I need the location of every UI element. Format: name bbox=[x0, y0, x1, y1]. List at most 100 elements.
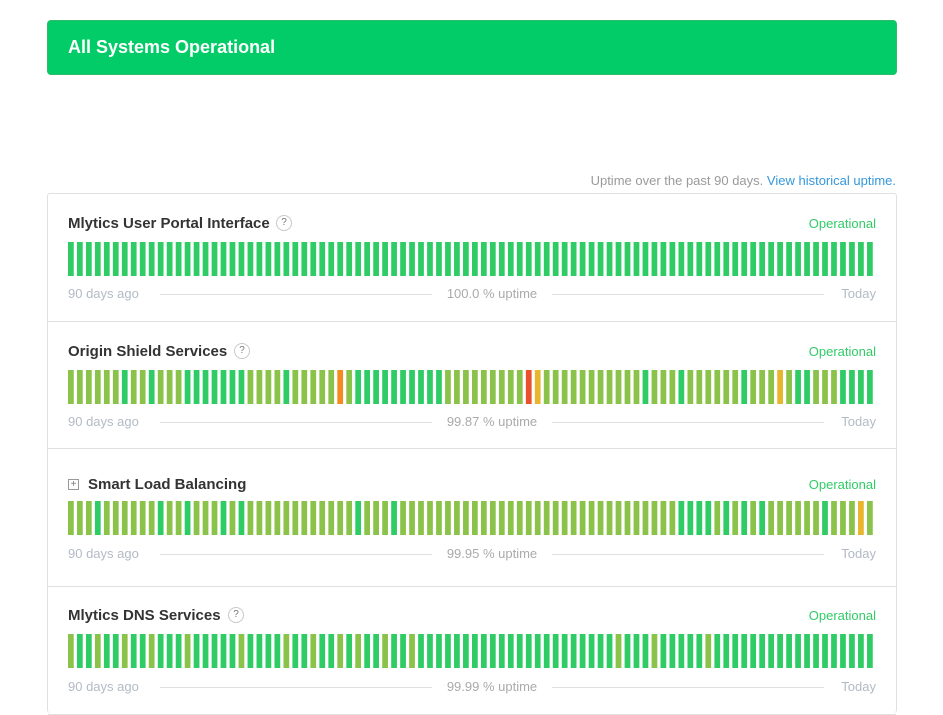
uptime-day-bar[interactable] bbox=[804, 242, 810, 276]
uptime-day-bar[interactable] bbox=[615, 370, 622, 404]
uptime-day-bar[interactable] bbox=[642, 242, 649, 276]
uptime-day-bar[interactable] bbox=[516, 634, 523, 668]
uptime-day-bar[interactable] bbox=[346, 501, 353, 535]
uptime-day-bar[interactable] bbox=[310, 242, 317, 276]
uptime-day-bar[interactable] bbox=[777, 634, 783, 668]
uptime-day-bar[interactable] bbox=[804, 370, 810, 404]
uptime-day-bar[interactable] bbox=[516, 370, 523, 404]
uptime-day-bar[interactable] bbox=[669, 501, 676, 535]
uptime-day-bar[interactable] bbox=[705, 242, 712, 276]
uptime-day-bar[interactable] bbox=[516, 501, 523, 535]
uptime-day-bar[interactable] bbox=[714, 370, 721, 404]
uptime-day-bar[interactable] bbox=[615, 634, 622, 668]
uptime-day-bar[interactable] bbox=[822, 242, 828, 276]
uptime-day-bar[interactable] bbox=[76, 501, 83, 535]
uptime-day-bar[interactable] bbox=[337, 370, 344, 404]
uptime-day-bar[interactable] bbox=[202, 634, 209, 668]
uptime-day-bar[interactable] bbox=[472, 634, 478, 668]
uptime-day-bar[interactable] bbox=[166, 634, 173, 668]
uptime-day-bar[interactable] bbox=[247, 242, 254, 276]
uptime-day-bar[interactable] bbox=[624, 634, 631, 668]
uptime-day-bar[interactable] bbox=[121, 634, 128, 668]
uptime-day-bar[interactable] bbox=[606, 242, 613, 276]
uptime-day-bar[interactable] bbox=[732, 242, 739, 276]
uptime-day-bar[interactable] bbox=[840, 370, 846, 404]
uptime-day-bar[interactable] bbox=[777, 242, 783, 276]
uptime-day-bar[interactable] bbox=[301, 242, 308, 276]
uptime-day-bar[interactable] bbox=[696, 634, 703, 668]
uptime-day-bar[interactable] bbox=[525, 242, 532, 276]
uptime-day-bar[interactable] bbox=[480, 370, 487, 404]
uptime-day-bar[interactable] bbox=[256, 242, 263, 276]
uptime-day-bar[interactable] bbox=[858, 370, 864, 404]
uptime-day-bar[interactable] bbox=[597, 501, 604, 535]
uptime-day-bar[interactable] bbox=[624, 242, 631, 276]
uptime-day-bar[interactable] bbox=[103, 501, 110, 535]
uptime-day-bar[interactable] bbox=[624, 501, 631, 535]
uptime-day-bar[interactable] bbox=[409, 634, 415, 668]
uptime-day-bar[interactable] bbox=[202, 370, 209, 404]
uptime-day-bar[interactable] bbox=[561, 242, 568, 276]
uptime-day-bar[interactable] bbox=[418, 370, 424, 404]
uptime-day-bar[interactable] bbox=[292, 634, 299, 668]
uptime-day-bar[interactable] bbox=[463, 634, 469, 668]
uptime-day-bar[interactable] bbox=[175, 242, 182, 276]
uptime-day-bar[interactable] bbox=[112, 370, 119, 404]
uptime-day-bar[interactable] bbox=[858, 501, 864, 535]
uptime-day-bar[interactable] bbox=[489, 501, 496, 535]
uptime-day-bar[interactable] bbox=[166, 242, 173, 276]
uptime-day-bar[interactable] bbox=[166, 501, 173, 535]
uptime-day-bar[interactable] bbox=[418, 242, 424, 276]
uptime-day-bar[interactable] bbox=[301, 370, 308, 404]
uptime-day-bar[interactable] bbox=[436, 501, 442, 535]
uptime-day-bar[interactable] bbox=[148, 242, 155, 276]
uptime-day-bar[interactable] bbox=[714, 242, 721, 276]
uptime-day-bar[interactable] bbox=[561, 370, 568, 404]
uptime-day-bar[interactable] bbox=[849, 634, 855, 668]
uptime-day-bar[interactable] bbox=[337, 242, 344, 276]
uptime-day-bar[interactable] bbox=[741, 242, 748, 276]
uptime-day-bar[interactable] bbox=[274, 501, 281, 535]
uptime-day-bar[interactable] bbox=[687, 501, 694, 535]
uptime-day-bar[interactable] bbox=[498, 501, 505, 535]
uptime-day-bar[interactable] bbox=[68, 501, 74, 535]
uptime-day-bar[interactable] bbox=[364, 370, 371, 404]
uptime-day-bar[interactable] bbox=[705, 370, 712, 404]
uptime-day-bar[interactable] bbox=[570, 501, 577, 535]
uptime-day-bar[interactable] bbox=[112, 242, 119, 276]
uptime-day-bar[interactable] bbox=[552, 501, 559, 535]
expand-toggle-icon[interactable]: + bbox=[68, 479, 79, 490]
uptime-day-bar[interactable] bbox=[148, 634, 155, 668]
uptime-day-bar[interactable] bbox=[139, 242, 146, 276]
uptime-day-bar[interactable] bbox=[633, 634, 640, 668]
uptime-day-bar[interactable] bbox=[651, 370, 658, 404]
uptime-day-bar[interactable] bbox=[660, 501, 667, 535]
uptime-day-bar[interactable] bbox=[130, 242, 137, 276]
uptime-day-bar[interactable] bbox=[813, 370, 819, 404]
uptime-day-bar[interactable] bbox=[247, 370, 254, 404]
uptime-day-bar[interactable] bbox=[382, 634, 388, 668]
uptime-day-bar[interactable] bbox=[130, 634, 137, 668]
uptime-day-bar[interactable] bbox=[480, 501, 487, 535]
uptime-day-bar[interactable] bbox=[840, 634, 846, 668]
uptime-day-bar[interactable] bbox=[256, 634, 263, 668]
uptime-day-bar[interactable] bbox=[795, 242, 801, 276]
uptime-day-bar[interactable] bbox=[337, 501, 344, 535]
uptime-day-bar[interactable] bbox=[220, 501, 227, 535]
uptime-day-bar[interactable] bbox=[786, 501, 792, 535]
uptime-day-bar[interactable] bbox=[373, 634, 379, 668]
uptime-day-bar[interactable] bbox=[436, 242, 442, 276]
uptime-day-bar[interactable] bbox=[678, 370, 685, 404]
help-icon[interactable]: ? bbox=[234, 343, 250, 359]
uptime-day-bar[interactable] bbox=[283, 370, 290, 404]
uptime-day-bar[interactable] bbox=[193, 242, 200, 276]
uptime-day-bar[interactable] bbox=[813, 242, 819, 276]
uptime-day-bar[interactable] bbox=[588, 501, 595, 535]
uptime-day-bar[interactable] bbox=[364, 501, 371, 535]
uptime-day-bar[interactable] bbox=[588, 634, 595, 668]
uptime-day-bar[interactable] bbox=[543, 634, 550, 668]
uptime-day-bar[interactable] bbox=[184, 501, 191, 535]
uptime-day-bar[interactable] bbox=[409, 242, 415, 276]
uptime-day-bar[interactable] bbox=[804, 634, 810, 668]
uptime-day-bar[interactable] bbox=[247, 634, 254, 668]
